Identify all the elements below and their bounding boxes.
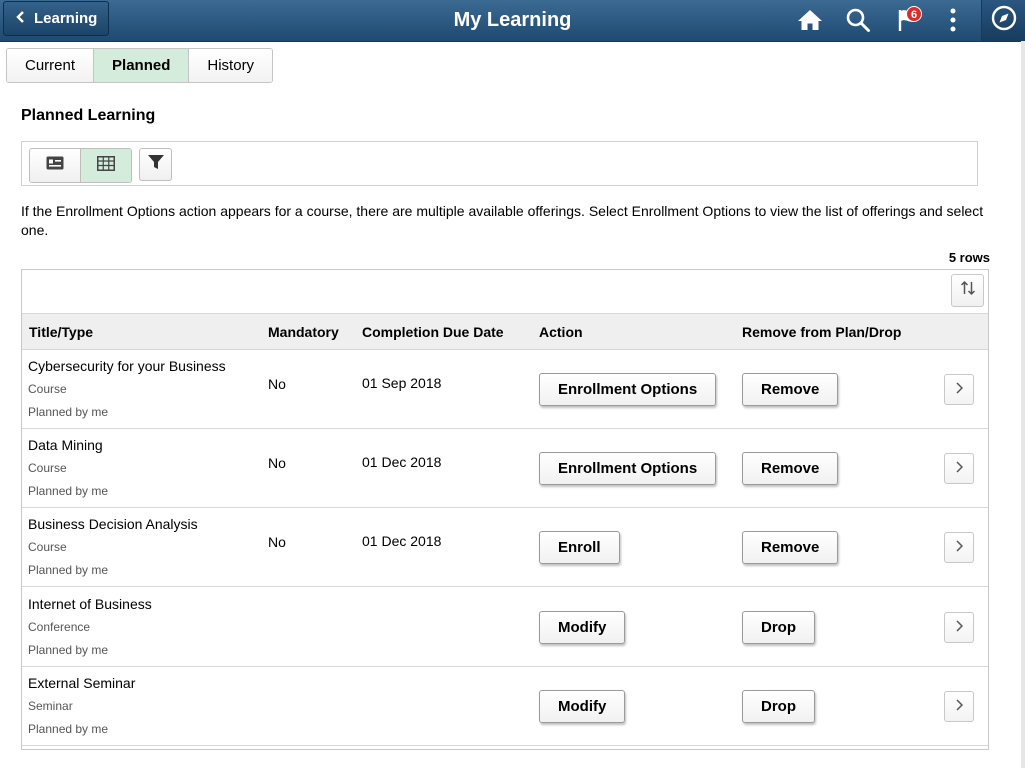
row-mandatory: No [268, 534, 286, 550]
row-planned-by: Planned by me [28, 563, 109, 577]
column-header-title[interactable]: Title/Type [29, 324, 93, 340]
row-planned-by: Planned by me [28, 405, 109, 419]
row-detail-button[interactable] [944, 691, 974, 722]
view-toggle [29, 148, 132, 183]
row-planned-by: Planned by me [28, 722, 109, 736]
enrollment-options-button[interactable]: Enrollment Options [539, 373, 717, 406]
enroll-button[interactable]: Enroll [539, 531, 620, 564]
row-mandatory: No [268, 376, 286, 392]
table-row[interactable]: Cybersecurity for your Business Course P… [22, 350, 988, 429]
row-type: Seminar [28, 699, 73, 713]
row-type: Course [28, 540, 67, 554]
chevron-right-icon [955, 698, 964, 716]
back-button-label: Learning [34, 10, 98, 27]
header-banner: Learning My Learning 6 [0, 0, 1025, 42]
row-type: Conference [28, 620, 91, 634]
row-title: Business Decision Analysis [28, 516, 198, 532]
instruction-text: If the Enrollment Options action appears… [21, 203, 984, 238]
back-button[interactable]: Learning [3, 1, 109, 36]
row-title: Cybersecurity for your Business [28, 358, 226, 374]
filter-icon [147, 154, 164, 175]
column-header-action[interactable]: Action [539, 324, 583, 340]
modify-button[interactable]: Modify [539, 690, 626, 723]
chevron-right-icon [955, 460, 964, 478]
section-title: Planned Learning [21, 107, 156, 124]
enrollment-options-button[interactable]: Enrollment Options [539, 452, 717, 485]
remove-button[interactable]: Remove [742, 452, 839, 485]
row-count: 5 rows [948, 250, 990, 265]
table-row[interactable]: External Seminar Seminar Planned by me M… [22, 667, 988, 746]
view-toolbar [21, 141, 978, 186]
grid-header: Title/Type Mandatory Completion Due Date… [22, 313, 988, 350]
list-view-button[interactable] [30, 149, 80, 182]
sort-button[interactable] [951, 274, 984, 307]
navbar-button[interactable] [981, 0, 1025, 41]
drop-button[interactable]: Drop [742, 611, 815, 644]
table-row[interactable]: Data Mining Course Planned by me No 01 D… [22, 429, 988, 508]
planned-learning-grid: Title/Type Mandatory Completion Due Date… [21, 269, 989, 750]
row-detail-button[interactable] [944, 453, 974, 484]
table-row[interactable]: Business Decision Analysis Course Planne… [22, 508, 988, 587]
row-due-date: 01 Dec 2018 [362, 454, 442, 470]
chevron-right-icon [955, 619, 964, 637]
row-due-date: 01 Dec 2018 [362, 533, 442, 549]
remove-button[interactable]: Remove [742, 531, 839, 564]
drop-button[interactable]: Drop [742, 690, 815, 723]
more-icon[interactable] [940, 0, 966, 40]
tab-planned[interactable]: Planned [94, 49, 190, 82]
row-type: Course [28, 382, 67, 396]
chevron-right-icon [955, 381, 964, 399]
row-title: Internet of Business [28, 596, 152, 612]
row-planned-by: Planned by me [28, 643, 109, 657]
tab-current[interactable]: Current [7, 49, 95, 82]
column-header-mandatory[interactable]: Mandatory [268, 324, 339, 340]
tab-history[interactable]: History [189, 49, 273, 82]
sort-icon [960, 280, 976, 301]
table-row[interactable]: Internet of Business Conference Planned … [22, 588, 988, 667]
chevron-left-icon [16, 11, 25, 26]
flag-icon[interactable]: 6 [892, 0, 926, 40]
home-icon[interactable] [795, 0, 825, 40]
column-header-due-date[interactable]: Completion Due Date [362, 324, 504, 340]
modify-button[interactable]: Modify [539, 611, 626, 644]
vertical-scrollbar[interactable] [1021, 41, 1025, 768]
notification-badge: 6 [906, 6, 922, 22]
row-planned-by: Planned by me [28, 484, 109, 498]
chevron-right-icon [955, 539, 964, 557]
row-title: Data Mining [28, 437, 103, 453]
row-detail-button[interactable] [944, 612, 974, 643]
remove-button[interactable]: Remove [742, 373, 839, 406]
navbar-compass-icon [991, 5, 1017, 36]
grid-view-button[interactable] [80, 149, 131, 182]
list-view-icon [46, 156, 64, 175]
filter-button[interactable] [139, 148, 172, 181]
row-detail-button[interactable] [944, 374, 974, 405]
row-title: External Seminar [28, 675, 136, 691]
row-detail-button[interactable] [944, 532, 974, 563]
row-due-date: 01 Sep 2018 [362, 375, 442, 391]
search-icon[interactable] [843, 0, 873, 40]
row-mandatory: No [268, 455, 286, 471]
column-header-remove[interactable]: Remove from Plan/Drop [742, 324, 901, 340]
grid-view-icon [97, 155, 115, 176]
learning-tabs: Current Planned History [6, 48, 274, 83]
row-type: Course [28, 461, 67, 475]
